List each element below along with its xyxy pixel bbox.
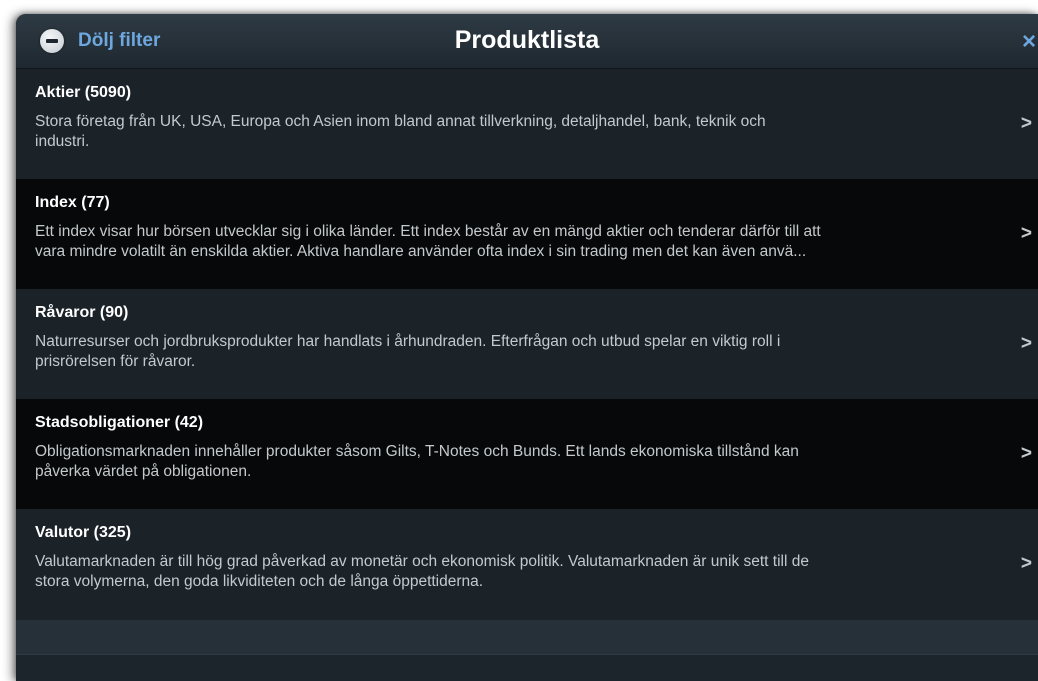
- list-item-title: Råvaror (90): [35, 304, 129, 321]
- list-item-valutor[interactable]: Valutor (325) Valutamarknaden är till hö…: [16, 509, 1038, 619]
- list-item-description: Ett index visar hur börsen utvecklar sig…: [35, 223, 821, 260]
- list-item-title: Index (77): [35, 194, 110, 211]
- chevron-right-icon: >: [1020, 113, 1032, 134]
- panel-footer-bar: [16, 654, 1038, 681]
- list-item-description: Stora företag från UK, USA, Europa och A…: [35, 113, 766, 150]
- list-item-ravaror[interactable]: Råvaror (90) Naturresurser och jordbruks…: [16, 289, 1038, 399]
- product-list-panel: Dölj filter Produktlista × Aktier (5090)…: [16, 14, 1038, 681]
- chevron-right-icon: >: [1020, 223, 1032, 244]
- list-footer: [16, 620, 1038, 654]
- list-item-description: Naturresurser och jordbruksprodukter har…: [35, 333, 781, 370]
- list-item-description: Obligationsmarknaden innehåller produkte…: [35, 443, 799, 480]
- chevron-right-icon: >: [1020, 443, 1032, 464]
- close-icon[interactable]: ×: [1022, 28, 1036, 56]
- chevron-right-icon: >: [1020, 553, 1032, 574]
- list-item-stadsobligationer[interactable]: Stadsobligationer (42) Obligationsmarkna…: [16, 399, 1038, 509]
- list-item-description: Valutamarknaden är till hög grad påverka…: [35, 553, 809, 590]
- product-category-list: Aktier (5090) Stora företag från UK, USA…: [16, 69, 1038, 619]
- chevron-right-icon: >: [1020, 333, 1032, 354]
- list-item-aktier[interactable]: Aktier (5090) Stora företag från UK, USA…: [16, 69, 1038, 179]
- list-item-title: Aktier (5090): [35, 84, 132, 101]
- list-item-title: Stadsobligationer (42): [35, 414, 204, 431]
- page-title: Produktlista: [454, 26, 600, 54]
- list-item-title: Valutor (325): [35, 524, 132, 541]
- panel-header: Dölj filter Produktlista ×: [16, 14, 1038, 69]
- list-item-index[interactable]: Index (77) Ett index visar hur börsen ut…: [16, 179, 1038, 289]
